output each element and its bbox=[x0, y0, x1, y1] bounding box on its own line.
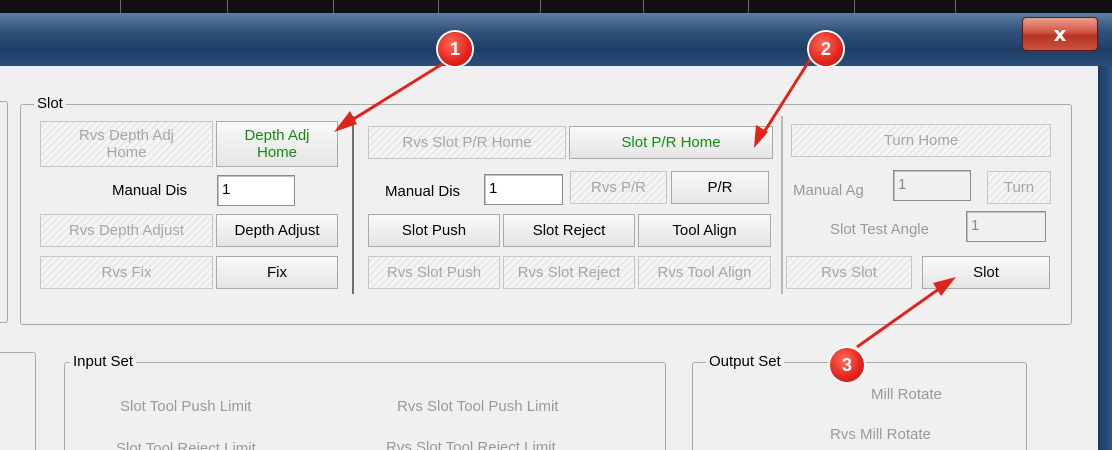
slot-pr-home-button[interactable]: Slot P/R Home bbox=[569, 126, 773, 159]
output-set-title: Output Set bbox=[706, 353, 784, 370]
depth-manual-dis-label: Manual Dis bbox=[112, 182, 188, 199]
input-item: Rvs Slot Tool Push Limit bbox=[397, 398, 559, 415]
close-button[interactable]: x bbox=[1022, 17, 1098, 51]
strip-divider bbox=[333, 0, 334, 13]
output-item: Rvs Mill Rotate bbox=[830, 426, 931, 443]
close-icon: x bbox=[1053, 22, 1067, 46]
turn-button[interactable]: Turn bbox=[987, 171, 1051, 204]
strip-divider bbox=[438, 0, 439, 13]
rvs-depth-adjust-button[interactable]: Rvs Depth Adjust bbox=[40, 214, 213, 247]
depth-manual-dis-input[interactable]: 1 bbox=[217, 175, 295, 206]
annotation-marker-3: 3 bbox=[830, 348, 864, 382]
left-panel-edge bbox=[0, 101, 8, 323]
manual-ag-label: Manual Ag bbox=[793, 182, 864, 199]
strip-divider bbox=[643, 0, 644, 13]
turn-home-button[interactable]: Turn Home bbox=[791, 124, 1051, 157]
annotation-marker-2: 2 bbox=[809, 32, 843, 66]
button-label-line: Home bbox=[106, 144, 147, 161]
rvs-slot-push-button[interactable]: Rvs Slot Push bbox=[368, 256, 500, 289]
rvs-slot-reject-button[interactable]: Rvs Slot Reject bbox=[503, 256, 635, 289]
slot-test-angle-input[interactable]: 1 bbox=[966, 211, 1046, 242]
button-label-line: Rvs Depth Adj bbox=[78, 127, 175, 144]
rvs-pr-button[interactable]: Rvs P/R bbox=[570, 171, 667, 204]
top-strip bbox=[0, 0, 1112, 13]
pr-manual-dis-label: Manual Dis bbox=[385, 183, 461, 200]
rvs-depth-adj-home-button[interactable]: Rvs Depth Adj Home bbox=[40, 121, 213, 167]
left-lower-panel-edge bbox=[0, 352, 36, 450]
pr-manual-dis-input[interactable]: 1 bbox=[484, 174, 563, 205]
slot-push-button[interactable]: Slot Push bbox=[368, 214, 500, 247]
output-item: Mill Rotate bbox=[871, 386, 942, 403]
depth-adj-home-button[interactable]: Depth Adj Home bbox=[216, 121, 338, 167]
strip-divider bbox=[748, 0, 749, 13]
slot-test-angle-label: Slot Test Angle bbox=[830, 221, 929, 238]
column-separator bbox=[352, 116, 354, 294]
fix-button[interactable]: Fix bbox=[216, 256, 338, 289]
slot-button[interactable]: Slot bbox=[922, 256, 1050, 289]
tool-align-button[interactable]: Tool Align bbox=[638, 214, 771, 247]
depth-adjust-button[interactable]: Depth Adjust bbox=[216, 214, 338, 247]
input-item: Rvs Slot Tool Reject Limit bbox=[386, 439, 556, 450]
slot-reject-button[interactable]: Slot Reject bbox=[503, 214, 635, 247]
input-item: Slot Tool Push Limit bbox=[120, 398, 252, 415]
input-set-title: Input Set bbox=[70, 353, 137, 370]
pr-button[interactable]: P/R bbox=[671, 171, 769, 204]
column-separator bbox=[781, 116, 783, 294]
button-label-line: Depth Adj bbox=[244, 127, 310, 144]
rvs-fix-button[interactable]: Rvs Fix bbox=[40, 256, 213, 289]
input-item: Slot Tool Reject Limit bbox=[116, 440, 256, 450]
strip-divider bbox=[955, 0, 956, 13]
strip-divider bbox=[227, 0, 228, 13]
strip-divider bbox=[120, 0, 121, 13]
annotation-marker-1: 1 bbox=[438, 32, 472, 66]
button-label-line: Home bbox=[256, 144, 297, 161]
rvs-slot-pr-home-button[interactable]: Rvs Slot P/R Home bbox=[368, 126, 566, 159]
strip-divider bbox=[854, 0, 855, 13]
rvs-tool-align-button[interactable]: Rvs Tool Align bbox=[638, 256, 771, 289]
rvs-slot-button[interactable]: Rvs Slot bbox=[786, 256, 912, 289]
vertical-scrollbar[interactable] bbox=[1098, 66, 1112, 450]
manual-ag-input[interactable]: 1 bbox=[893, 170, 971, 201]
slot-group-title: Slot bbox=[34, 95, 66, 112]
window-titlebar: x bbox=[0, 13, 1112, 66]
strip-divider bbox=[540, 0, 541, 13]
